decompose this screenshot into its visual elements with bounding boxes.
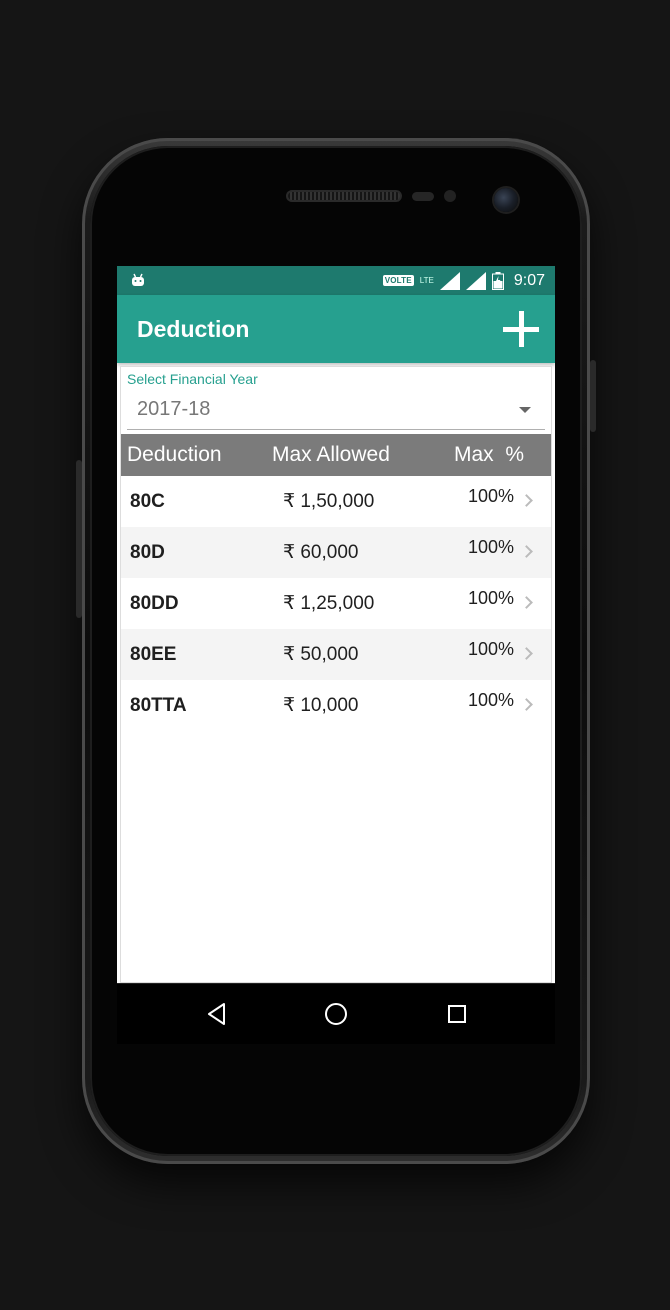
chevron-right-icon [520, 596, 533, 609]
signal-icon [439, 271, 460, 290]
table-row[interactable]: 80TTA ₹ 10,000 100% [121, 680, 551, 731]
light-sensor [444, 190, 456, 202]
deduction-code: 80EE [130, 644, 177, 665]
chevron-right-icon [520, 647, 533, 660]
page-title: Deduction [137, 316, 250, 342]
table-row[interactable]: 80EE ₹ 50,000 100% [121, 629, 551, 680]
device-screen: VOLTE LTE 9:07 Deduction Select Financia… [117, 266, 555, 1044]
max-allowed-amount: ₹ 50,000 [283, 644, 359, 665]
max-allowed-amount: ₹ 1,25,000 [283, 593, 375, 614]
max-percent: 100% [468, 537, 515, 557]
status-bar: VOLTE LTE 9:07 [117, 266, 555, 295]
deduction-code: 80C [130, 491, 165, 512]
signal-icon-2 [465, 271, 486, 290]
table-header: Deduction Max Allowed Max % [121, 434, 551, 476]
earpiece-speaker [286, 190, 402, 202]
max-percent: 100% [468, 486, 515, 506]
deduction-code: 80TTA [130, 695, 187, 716]
column-header-deduction: Deduction [127, 443, 222, 466]
deduction-panel: Select Financial Year 2017-18 Deduction … [120, 366, 552, 983]
max-percent: 100% [468, 588, 515, 608]
financial-year-dropdown[interactable]: 2017-18 [127, 393, 545, 430]
table-row[interactable]: 80C ₹ 1,50,000 100% [121, 476, 551, 527]
table-row[interactable]: 80D ₹ 60,000 100% [121, 527, 551, 578]
column-header-max-percent: Max % [454, 443, 525, 466]
financial-year-label: Select Financial Year [127, 371, 258, 387]
home-icon[interactable] [320, 998, 352, 1030]
deduction-code: 80D [130, 542, 165, 563]
max-percent: 100% [468, 639, 515, 659]
clock: 9:07 [513, 271, 545, 289]
front-camera [494, 188, 518, 212]
back-icon[interactable] [201, 998, 233, 1030]
chevron-right-icon [520, 494, 533, 507]
recent-apps-icon[interactable] [441, 998, 473, 1030]
proximity-sensor [412, 192, 434, 201]
financial-year-value: 2017-18 [137, 398, 211, 420]
max-percent: 100% [468, 690, 515, 710]
table-row[interactable]: 80DD ₹ 1,25,000 100% [121, 578, 551, 629]
max-allowed-amount: ₹ 1,50,000 [283, 491, 375, 512]
volte-badge: VOLTE [382, 275, 414, 286]
android-notification-icon [132, 273, 144, 286]
battery-icon [491, 271, 504, 290]
system-navigation-bar [117, 983, 555, 1044]
max-allowed-amount: ₹ 10,000 [283, 695, 359, 716]
lte-indicator: LTE [419, 276, 434, 285]
dropdown-arrow-icon [519, 407, 531, 413]
chevron-right-icon [520, 698, 533, 711]
app-bar: Deduction [117, 295, 555, 363]
deduction-code: 80DD [130, 593, 179, 614]
chevron-right-icon [520, 545, 533, 558]
volume-button [76, 460, 82, 618]
column-header-max-allowed: Max Allowed [272, 443, 390, 466]
max-allowed-amount: ₹ 60,000 [283, 542, 359, 563]
add-deduction-button[interactable] [501, 309, 541, 349]
power-button [590, 360, 596, 432]
